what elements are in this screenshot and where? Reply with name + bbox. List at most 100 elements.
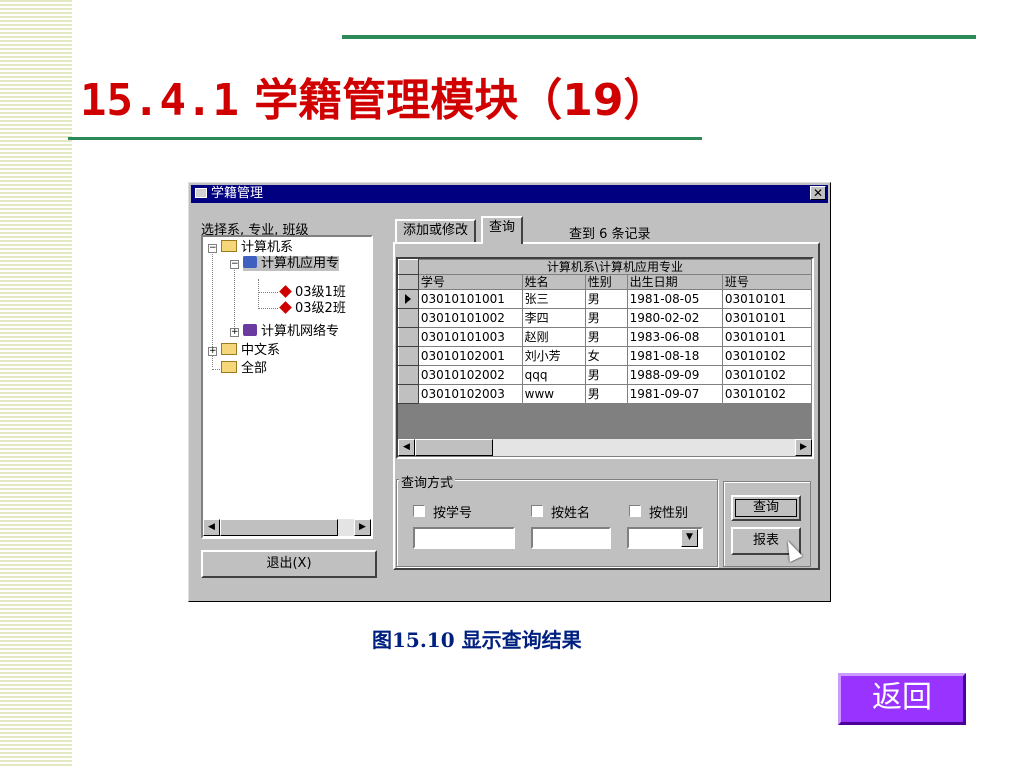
grid-cell[interactable]: 03010102 [721,384,812,404]
table-row[interactable]: 03010101002 李四男 1980-02-02 03010101 [398,308,812,328]
query-button[interactable]: 查询 [731,495,801,521]
tree-node[interactable]: 全部 [221,361,267,376]
scroll-right-icon[interactable]: ▶ [795,439,812,456]
tree-node-selected[interactable]: 计算机应用专 [243,256,340,271]
student-id-input[interactable] [413,527,515,549]
row-header[interactable] [398,327,419,347]
grid-cell[interactable]: 03010101 [721,289,812,309]
by-id-checkbox[interactable] [413,505,425,517]
student-records-dialog: 学籍管理 ✕ 选择系, 专业, 班级 − 计算机系 − 计算机应用专 03级1班… [188,182,831,602]
student-name-input[interactable] [531,527,611,549]
scroll-left-icon[interactable]: ◀ [203,519,220,536]
grid-corner [398,274,419,290]
grid-cell[interactable]: 1983-06-08 [626,327,723,347]
department-tree[interactable]: − 计算机系 − 计算机应用专 03级1班 03级2班 + 计算机网络专 + 中… [201,235,373,539]
grid-column-header[interactable]: 性别 [584,274,628,290]
grid-cell[interactable]: 1980-02-02 [626,308,723,328]
exit-button[interactable]: 退出(X) [201,550,377,578]
query-options-title: 查询方式 [399,472,456,491]
grid-cell[interactable]: 男 [584,289,628,309]
grid-cell[interactable]: 1988-09-09 [626,365,723,385]
app-icon [195,188,207,198]
close-button[interactable]: ✕ [810,186,826,200]
tree-collapse-icon[interactable]: − [208,244,217,253]
tree-node[interactable]: 03级2班 [279,301,346,316]
grid-cell[interactable]: 1981-08-05 [626,289,723,309]
grid-cell[interactable]: qqq [521,365,586,385]
dialog-title: 学籍管理 [211,186,264,201]
grid-cell[interactable]: 1981-08-18 [626,346,723,366]
grid-cell[interactable]: 03010101 [721,327,812,347]
class-icon [279,285,292,298]
grid-column-header[interactable]: 姓名 [521,274,586,290]
table-row[interactable]: 03010102003 www 男 1981-09-07 03010102 [398,384,812,404]
scroll-left-icon[interactable]: ◀ [398,439,415,456]
grid-cell[interactable]: 张三 [521,289,586,309]
grid-cell[interactable]: 1981-09-07 [626,384,723,404]
folder-icon [221,361,237,373]
class-icon [279,301,292,314]
grid-column-header[interactable]: 出生日期 [626,274,723,290]
grid-cell[interactable]: 女 [584,346,628,366]
row-header[interactable] [398,308,419,328]
tree-node[interactable]: 中文系 [221,343,280,358]
gender-select[interactable]: ▼ [627,527,703,549]
tab-query[interactable]: 查询 [481,216,524,244]
back-button[interactable]: 返回 [838,673,966,725]
grid-cell[interactable]: 男 [584,308,628,328]
grid-cell[interactable]: 03010101 [721,308,812,328]
slide-title-text: 学籍管理模块（19） [254,75,668,126]
grid-cell[interactable]: www [521,384,586,404]
tree-expand-icon[interactable]: + [208,347,217,356]
tree-node[interactable]: 计算机网络专 [243,324,339,339]
row-header[interactable] [398,346,419,366]
by-id-label: 按学号 [433,506,473,521]
figure-caption: 图15.10 显示查询结果 [372,628,582,652]
table-row[interactable]: 03010101003 赵刚男 1983-06-08 03010101 [398,327,812,347]
grid-cell[interactable]: 李四 [521,308,586,328]
row-header[interactable] [398,365,419,385]
scroll-thumb[interactable] [220,519,338,536]
grid-cell[interactable]: 03010102 [721,365,812,385]
tree-scrollbar[interactable]: ◀ ▶ [203,519,371,536]
table-row[interactable]: 03010101001 张三男 1981-08-05 03010101 [398,289,812,309]
grid-cell[interactable]: 赵刚 [521,327,586,347]
grid-cell[interactable]: 03010102003 [417,384,523,404]
chevron-down-icon[interactable]: ▼ [681,529,698,547]
tree-node[interactable]: 03级1班 [279,285,346,300]
tree-expand-icon[interactable]: + [230,328,239,337]
grid-cell[interactable]: 男 [584,327,628,347]
grid-cell[interactable]: 刘小芳 [521,346,586,366]
decorative-stripe [0,0,72,768]
grid-scrollbar[interactable]: ◀ ▶ [398,439,812,456]
grid-column-header[interactable]: 学号 [417,274,523,290]
grid-cell[interactable]: 03010101001 [417,289,523,309]
scroll-thumb[interactable] [415,439,493,456]
by-name-label: 按姓名 [551,506,591,521]
table-row[interactable]: 03010102002 qqq 男 1988-09-09 03010102 [398,365,812,385]
results-grid[interactable]: 计算机系\计算机应用专业 学号 姓名 性别 出生日期 班号 03010101001 张三男… [396,257,814,459]
grid-cell[interactable]: 03010102001 [417,346,523,366]
table-row[interactable]: 03010102001 刘小芳女 1981-08-18 03010102 [398,346,812,366]
title-underline [68,137,702,140]
by-gender-label: 按性别 [649,506,689,521]
by-name-checkbox[interactable] [531,505,543,517]
grid-caption: 计算机系\计算机应用专业 [417,259,812,275]
grid-column-header[interactable]: 班号 [721,274,812,290]
tree-guide [258,279,259,307]
scroll-right-icon[interactable]: ▶ [354,519,371,536]
grid-cell[interactable]: 03010102002 [417,365,523,385]
tree-collapse-icon[interactable]: − [230,260,239,269]
row-header[interactable] [398,384,419,404]
grid-cell[interactable]: 男 [584,365,628,385]
folder-icon [221,240,237,252]
grid-cell[interactable]: 03010102 [721,346,812,366]
grid-cell[interactable]: 03010101003 [417,327,523,347]
grid-cell[interactable]: 男 [584,384,628,404]
grid-cell[interactable]: 03010101002 [417,308,523,328]
tree-node[interactable]: 计算机系 [221,240,293,255]
current-row-pointer-icon [405,293,412,304]
row-header[interactable] [398,289,419,309]
by-gender-checkbox[interactable] [629,505,641,517]
tab-add-or-edit[interactable]: 添加或修改 [395,219,477,243]
